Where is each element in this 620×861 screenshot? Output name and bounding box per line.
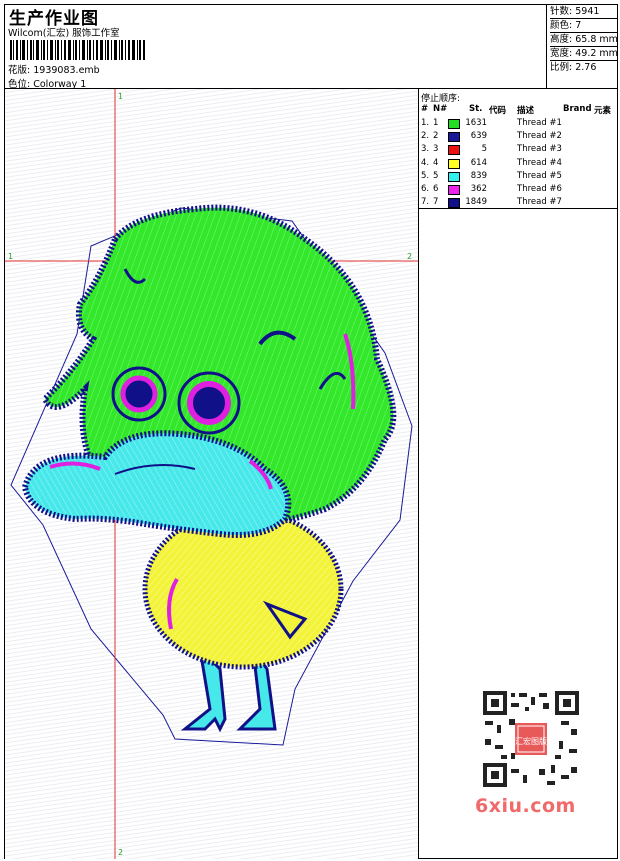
stat-value: 5941	[575, 6, 600, 17]
design-file: 花版: 1939083.emb	[8, 62, 100, 76]
col-code: 代码	[489, 106, 507, 116]
stat-label: 高度:	[550, 34, 573, 45]
thread-index: 2.	[421, 131, 430, 142]
stat-value: 7	[575, 20, 582, 31]
header-info: 生产作业图 Wilcom(汇宏) 服饰工作室 花版: 1939083.emb 色…	[5, 5, 547, 90]
thread-description: Thread #5	[517, 170, 562, 181]
stat-width: 宽度: 49.2 mm	[550, 47, 618, 61]
thread-row: 1. 1 1631 Thread #1	[419, 118, 617, 131]
thread-number: 7	[433, 197, 439, 208]
thread-row: 5. 5 839 Thread #5	[419, 171, 617, 184]
thread-number: 5	[433, 170, 439, 181]
thread-stitches: 614	[470, 157, 487, 168]
thread-stitches: 639	[470, 131, 487, 142]
production-sheet: 生产作业图 Wilcom(汇宏) 服饰工作室 花版: 1939083.emb 色…	[4, 4, 618, 859]
guide-label-top: 1	[118, 92, 124, 101]
thread-description: Thread #7	[517, 197, 562, 208]
stat-stitches: 针数: 5941	[550, 5, 617, 19]
guide-label-right: 2	[407, 252, 413, 261]
thread-number: 4	[433, 157, 439, 168]
watermark: 汇宏图版 6xiu.com	[475, 685, 589, 825]
thread-stitches: 1849	[465, 197, 487, 208]
thread-number: 3	[433, 144, 439, 155]
thread-description: Thread #2	[517, 131, 562, 142]
design-canvas: 1 2 1 2	[5, 89, 419, 859]
thread-description: Thread #6	[517, 184, 562, 194]
file-label: 花版:	[8, 65, 31, 76]
guide-label-left: 1	[8, 252, 14, 261]
col-desc: 描述	[517, 106, 535, 116]
stat-label: 比例:	[550, 62, 573, 73]
site-watermark: 6xiu.com	[475, 795, 576, 817]
barcode	[10, 40, 145, 60]
thread-stitches: 1631	[465, 118, 487, 128]
thread-index: 4.	[421, 157, 430, 168]
thread-number: 6	[433, 184, 439, 194]
colorway: 色位: Colorway 1	[8, 76, 86, 90]
stat-value: 65.8 mm	[575, 34, 618, 45]
file-value: 1939083.emb	[33, 65, 100, 76]
thread-stitches: 5	[481, 144, 487, 155]
stat-value: 49.2 mm	[575, 48, 618, 59]
thread-row: 4. 4 614 Thread #4	[419, 158, 617, 171]
stat-scale: 比例: 2.76	[550, 61, 617, 75]
studio-name: Wilcom(汇宏) 服饰工作室	[8, 28, 120, 39]
stats-panel: 针数: 5941 颜色: 7 高度: 65.8 mm 宽度: 49.2 mm 比…	[547, 5, 618, 89]
thread-table-header: # N# St. 代码 描述 Brand 元素	[419, 104, 617, 116]
thread-description: Thread #4	[517, 157, 562, 168]
stat-label: 针数:	[550, 6, 573, 17]
col-brand: Brand	[563, 104, 592, 114]
thread-stitches: 362	[470, 184, 487, 194]
embroidery-design	[5, 89, 418, 859]
qr-code: 汇宏图版	[481, 689, 581, 789]
thread-panel-title: 停止顺序:	[421, 94, 461, 104]
qr-stamp: 汇宏图版	[515, 736, 547, 746]
thread-row: 6. 6 362 Thread #6	[419, 184, 617, 197]
stat-value: 2.76	[575, 62, 597, 73]
thread-description: Thread #1	[517, 118, 562, 128]
thread-index: 5.	[421, 170, 430, 181]
stat-label: 宽度:	[550, 48, 573, 59]
thread-number: 1	[433, 118, 439, 128]
col-hash: #	[421, 104, 429, 114]
thread-index: 3.	[421, 144, 430, 155]
thread-index: 6.	[421, 184, 430, 194]
col-n: N#	[433, 104, 448, 114]
thread-index: 1.	[421, 118, 430, 128]
col-st: St.	[469, 104, 483, 114]
guide-label-bottom: 2	[118, 848, 124, 857]
thread-index: 7.	[421, 197, 430, 208]
thread-number: 2	[433, 131, 439, 142]
stat-label: 颜色:	[550, 20, 573, 31]
thread-row: 3. 3 5 Thread #3	[419, 144, 617, 157]
stat-height: 高度: 65.8 mm	[550, 33, 618, 47]
thread-stitches: 839	[470, 170, 487, 181]
stat-colors: 颜色: 7	[550, 19, 617, 33]
thread-row: 7. 7 1849 Thread #7	[419, 197, 617, 210]
thread-sequence-panel: 停止顺序: # N# St. 代码 描述 Brand 元素 1. 1 1631 Thr…	[419, 89, 617, 209]
thread-description: Thread #3	[517, 144, 562, 155]
col-element: 元素	[594, 106, 612, 116]
thread-row: 2. 2 639 Thread #2	[419, 131, 617, 144]
